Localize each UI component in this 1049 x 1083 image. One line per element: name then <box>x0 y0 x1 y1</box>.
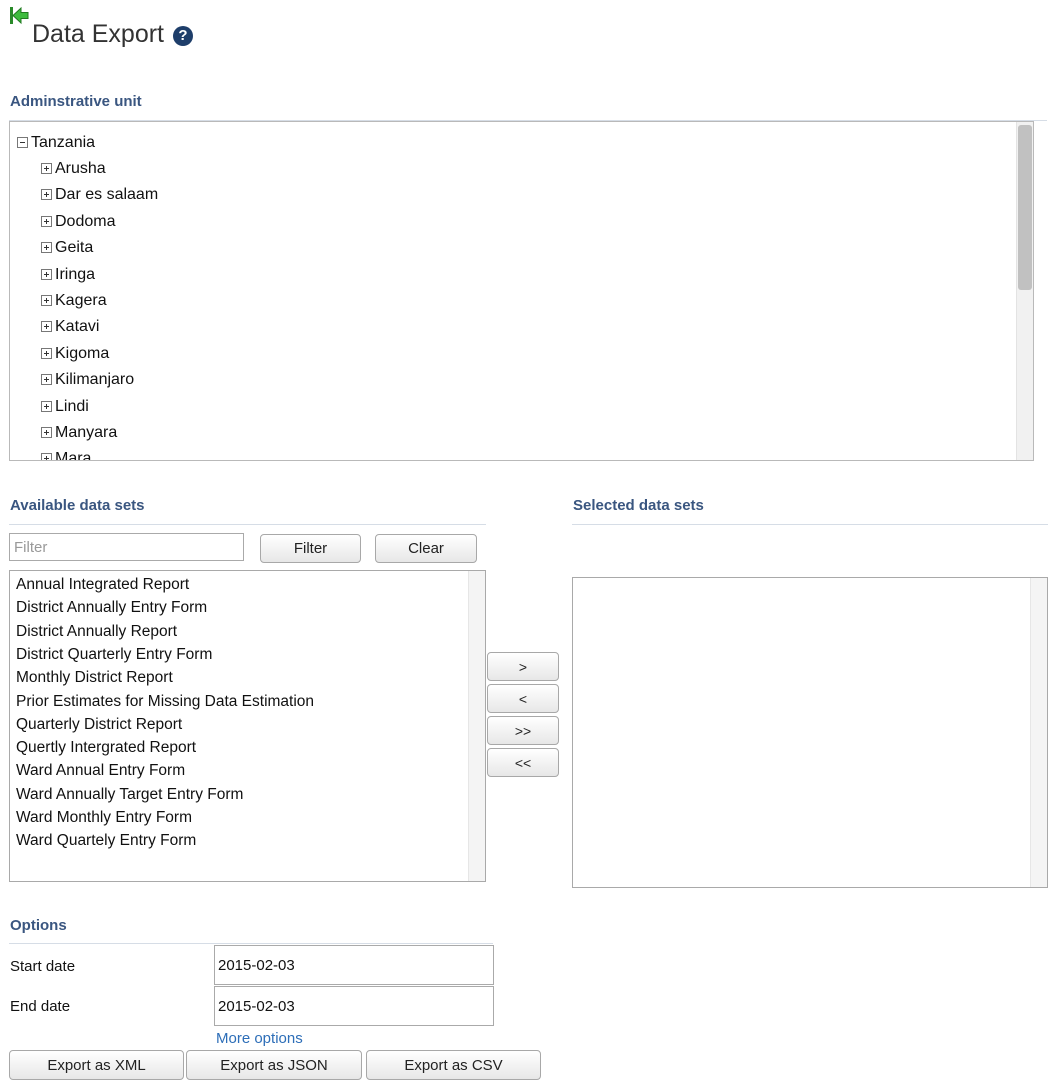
list-item[interactable]: District Annually Report <box>16 620 177 643</box>
list-item[interactable]: District Quarterly Entry Form <box>16 643 212 666</box>
tree-scrollbar-thumb[interactable] <box>1018 125 1032 290</box>
export-csv-button[interactable]: Export as CSV <box>366 1050 541 1080</box>
end-date-input[interactable] <box>214 986 494 1026</box>
expand-icon[interactable] <box>41 347 52 359</box>
list-item[interactable]: Ward Quartely Entry Form <box>16 829 196 852</box>
admin-unit-heading: Adminstrative unit <box>10 93 142 110</box>
tree-node-label: Kagera <box>55 292 107 309</box>
back-arrow-icon[interactable] <box>9 6 29 26</box>
list-item[interactable]: Monthly District Report <box>16 666 173 689</box>
available-list-scrollbar[interactable] <box>468 571 485 881</box>
add-selected-button[interactable]: > <box>487 652 559 681</box>
selected-divider <box>572 524 1048 525</box>
expand-icon[interactable] <box>41 215 52 227</box>
tree-node-label: Dar es salaam <box>55 186 159 204</box>
tree-node[interactable]: Katavi <box>41 317 99 337</box>
tree-node[interactable]: Manyara <box>41 423 117 443</box>
tree-node[interactable]: Dodoma <box>41 212 115 232</box>
selected-heading: Selected data sets <box>573 497 704 514</box>
start-date-input[interactable] <box>214 945 494 985</box>
start-date-label: Start date <box>10 958 76 975</box>
add-all-button[interactable]: >> <box>487 716 559 745</box>
expand-icon[interactable] <box>41 374 52 386</box>
list-item[interactable]: Prior Estimates for Missing Data Estimat… <box>16 690 314 713</box>
available-heading: Available data sets <box>10 497 145 514</box>
tree-node[interactable]: Kilimanjaro <box>41 370 134 390</box>
clear-button[interactable]: Clear <box>375 534 477 563</box>
expand-icon[interactable] <box>41 295 52 306</box>
tree-node-label: Geita <box>55 239 94 257</box>
expand-icon[interactable] <box>41 163 52 174</box>
tree-node-label: Arusha <box>55 160 106 177</box>
remove-all-button[interactable]: << <box>487 748 559 777</box>
expand-icon[interactable] <box>41 189 52 201</box>
list-item[interactable]: Quarterly District Report <box>16 713 182 736</box>
list-item[interactable]: Ward Monthly Entry Form <box>16 806 192 829</box>
tree-node[interactable]: Mara <box>41 449 92 461</box>
remove-selected-button[interactable]: < <box>487 684 559 713</box>
filter-button[interactable]: Filter <box>260 534 361 563</box>
list-item[interactable]: Quertly Intergrated Report <box>16 736 196 759</box>
tree-node-label: Kilimanjaro <box>55 371 135 389</box>
selected-list-scrollbar[interactable] <box>1030 578 1047 887</box>
filter-input[interactable] <box>9 533 244 561</box>
question-circle-icon[interactable]: ? <box>172 26 193 46</box>
tree-node[interactable]: Geita <box>41 238 93 258</box>
tree-node-label: Katavi <box>55 318 100 336</box>
collapse-icon[interactable] <box>17 137 28 148</box>
page-title: Data Export ? <box>32 19 193 49</box>
options-heading: Options <box>10 917 67 934</box>
tree-node-label: Dodoma <box>55 212 116 230</box>
tree-node-label: Mara <box>55 450 92 461</box>
tree-node[interactable]: Lindi <box>41 397 89 417</box>
expand-icon[interactable] <box>41 400 52 412</box>
tree-node[interactable]: Kigoma <box>41 344 109 364</box>
expand-icon[interactable] <box>41 427 52 438</box>
org-unit-tree[interactable]: Tanzania Arusha Dar es salaam Dodoma Geita I… <box>9 121 1034 461</box>
selected-datasets-list[interactable] <box>572 577 1048 888</box>
page-title-text: Data Export <box>32 20 165 48</box>
list-item[interactable]: Ward Annually Target Entry Form <box>16 783 243 806</box>
tree-node-label: Iringa <box>55 265 96 283</box>
tree-node[interactable]: Arusha <box>41 159 106 179</box>
expand-icon[interactable] <box>41 321 52 333</box>
expand-icon[interactable] <box>41 242 52 254</box>
export-json-button[interactable]: Export as JSON <box>186 1050 362 1080</box>
available-datasets-list[interactable]: Annual Integrated Report District Annuall… <box>9 570 486 882</box>
tree-node-label: Tanzania <box>31 134 96 151</box>
list-item[interactable]: District Annually Entry Form <box>16 596 207 619</box>
tree-node[interactable]: Dar es salaam <box>41 185 158 205</box>
tree-node[interactable]: Iringa <box>41 265 95 285</box>
tree-node-label: Kigoma <box>55 344 110 362</box>
options-divider <box>9 943 493 944</box>
tree-node-label: Manyara <box>55 424 118 441</box>
list-item[interactable]: Annual Integrated Report <box>16 573 189 596</box>
tree-node-label: Lindi <box>55 397 89 415</box>
list-item[interactable]: Ward Annual Entry Form <box>16 759 185 782</box>
end-date-label: End date <box>10 998 71 1015</box>
expand-icon[interactable] <box>41 453 52 460</box>
tree-node[interactable]: Kagera <box>41 291 107 311</box>
available-divider <box>9 524 486 525</box>
tree-node-root[interactable]: Tanzania <box>17 133 95 153</box>
expand-icon[interactable] <box>41 268 52 280</box>
export-xml-button[interactable]: Export as XML <box>9 1050 184 1080</box>
more-options-link[interactable]: More options <box>216 1030 303 1047</box>
